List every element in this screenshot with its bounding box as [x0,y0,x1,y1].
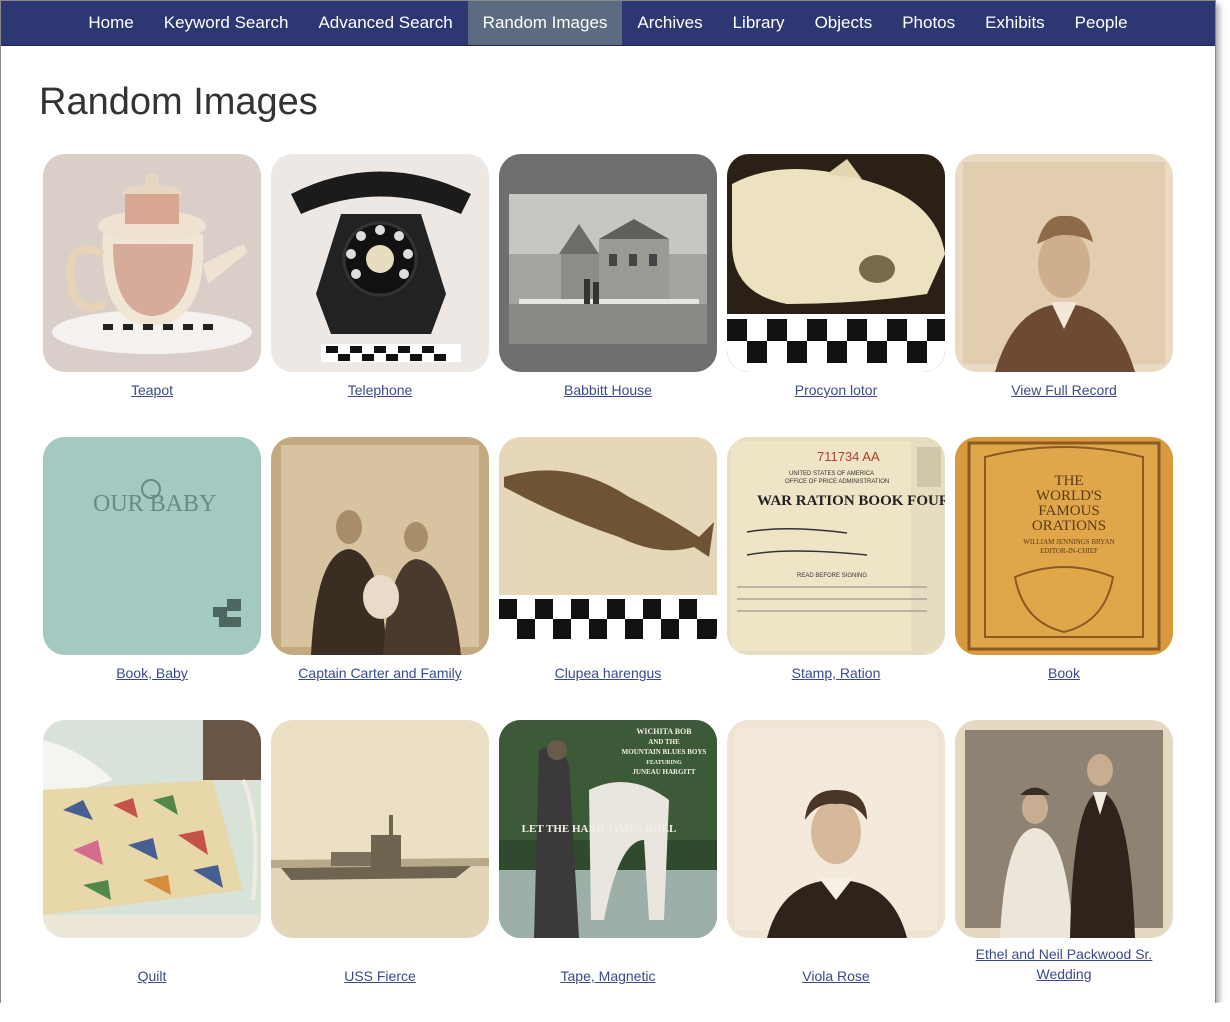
ration-book-image[interactable]: 711734 AA UNITED STATES OF AMERICA OFFIC… [727,437,945,655]
svg-text:UNITED STATES OF AMERICA: UNITED STATES OF AMERICA [789,471,874,477]
gallery-caption-link[interactable]: View Full Record [955,380,1173,400]
svg-text:OFFICE OF PRICE ADMINISTRATION: OFFICE OF PRICE ADMINISTRATION [785,479,889,485]
quilt-image[interactable] [43,720,261,938]
svg-text:FEATURING: FEATURING [646,760,682,766]
nav-archives[interactable]: Archives [622,1,717,45]
svg-text:WORLD'S: WORLD'S [1036,488,1102,504]
gallery-item: Teapot [43,154,261,437]
family-photo[interactable] [271,437,489,655]
woman-portrait-photo[interactable] [727,720,945,938]
album-cover-image[interactable]: WICHITA BOB AND THE MOUNTAIN BLUES BOYS … [499,720,717,938]
baby-book-image[interactable]: OUR BABY [43,437,261,655]
gallery-item: THE WORLD'S FAMOUS ORATIONS WILLIAM JENN… [955,437,1173,720]
gallery-item: Captain Carter and Family [271,437,489,720]
browser-frame: Home Keyword Search Advanced Search Rand… [0,0,1216,1012]
fish-fossil-image[interactable] [499,437,717,655]
gallery-caption-link[interactable]: Clupea harengus [499,663,717,683]
gallery-caption-link[interactable]: Procyon lotor [727,380,945,400]
gallery-caption-link[interactable]: Ethel and Neil Packwood Sr. Wedding [955,944,1173,984]
svg-text:FAMOUS: FAMOUS [1038,503,1099,519]
svg-text:MOUNTAIN BLUES BOYS: MOUNTAIN BLUES BOYS [622,748,707,756]
book-cover-image[interactable]: THE WORLD'S FAMOUS ORATIONS WILLIAM JENN… [955,437,1173,655]
gallery-caption-link[interactable]: Captain Carter and Family [271,663,489,683]
gallery-caption-link[interactable]: Teapot [43,380,261,400]
gallery-caption-link[interactable]: USS Fierce [271,966,489,986]
ship-photo[interactable] [271,720,489,938]
svg-text:WAR RATION BOOK FOUR: WAR RATION BOOK FOUR [757,493,945,509]
gallery-item: Quilt [43,720,261,1000]
portrait-photo[interactable] [955,154,1173,372]
svg-text:JUNEAU HARGITT: JUNEAU HARGITT [632,768,696,776]
nav-photos[interactable]: Photos [887,1,970,45]
gallery-item: Babbitt House [499,154,717,437]
wedding-photo[interactable] [955,720,1173,938]
gallery-item: View Full Record [955,154,1173,437]
gallery-caption-link[interactable]: Book, Baby [43,663,261,683]
page-title: Random Images [39,81,318,123]
torn-edge-decoration [0,998,1230,1022]
gallery-item: Telephone [271,154,489,437]
main-navbar: Home Keyword Search Advanced Search Rand… [1,1,1215,46]
gallery-caption-link[interactable]: Babbitt House [499,380,717,400]
svg-text:LET THE HARD TIMES ROLL: LET THE HARD TIMES ROLL [522,823,677,835]
gallery-item: Procyon lotor [727,154,945,437]
gallery-caption-link[interactable]: Stamp, Ration [727,663,945,683]
gallery-caption-link[interactable]: Telephone [271,380,489,400]
gallery-item: Ethel and Neil Packwood Sr. Wedding [955,720,1173,1000]
svg-text:OUR BABY: OUR BABY [93,491,216,517]
nav-keyword-search[interactable]: Keyword Search [149,1,304,45]
gallery-item: Viola Rose [727,720,945,1000]
gallery-caption-link[interactable]: Tape, Magnetic [499,966,717,986]
nav-people[interactable]: People [1060,1,1143,45]
svg-text:WILLIAM JENNINGS BRYAN: WILLIAM JENNINGS BRYAN [1023,538,1114,546]
nav-advanced-search[interactable]: Advanced Search [303,1,467,45]
gallery-item: WICHITA BOB AND THE MOUNTAIN BLUES BOYS … [499,720,717,1000]
skull-image[interactable] [727,154,945,372]
nav-objects[interactable]: Objects [800,1,888,45]
nav-library[interactable]: Library [718,1,800,45]
image-gallery: Teapot Telephone Babbitt House Procyon l… [43,154,1173,1000]
nav-home[interactable]: Home [73,1,148,45]
house-photo[interactable] [499,154,717,372]
svg-text:EDITOR-IN-CHIEF: EDITOR-IN-CHIEF [1040,547,1098,555]
gallery-caption-link[interactable]: Quilt [43,966,261,986]
gallery-item: Clupea harengus [499,437,717,720]
gallery-caption-link[interactable]: Book [955,663,1173,683]
svg-text:AND THE: AND THE [648,738,680,746]
svg-text:WICHITA BOB: WICHITA BOB [636,727,692,736]
nav-random-images[interactable]: Random Images [467,1,623,45]
svg-text:711734 AA: 711734 AA [817,449,880,464]
gallery-item: 711734 AA UNITED STATES OF AMERICA OFFIC… [727,437,945,720]
svg-text:THE: THE [1054,473,1083,489]
teapot-image[interactable] [43,154,261,372]
telephone-image[interactable] [271,154,489,372]
gallery-item: OUR BABY Book, Baby [43,437,261,720]
svg-text:READ BEFORE SIGNING: READ BEFORE SIGNING [797,573,867,579]
svg-text:ORATIONS: ORATIONS [1032,518,1106,534]
nav-exhibits[interactable]: Exhibits [970,1,1060,45]
gallery-caption-link[interactable]: Viola Rose [727,966,945,986]
gallery-item: USS Fierce [271,720,489,1000]
